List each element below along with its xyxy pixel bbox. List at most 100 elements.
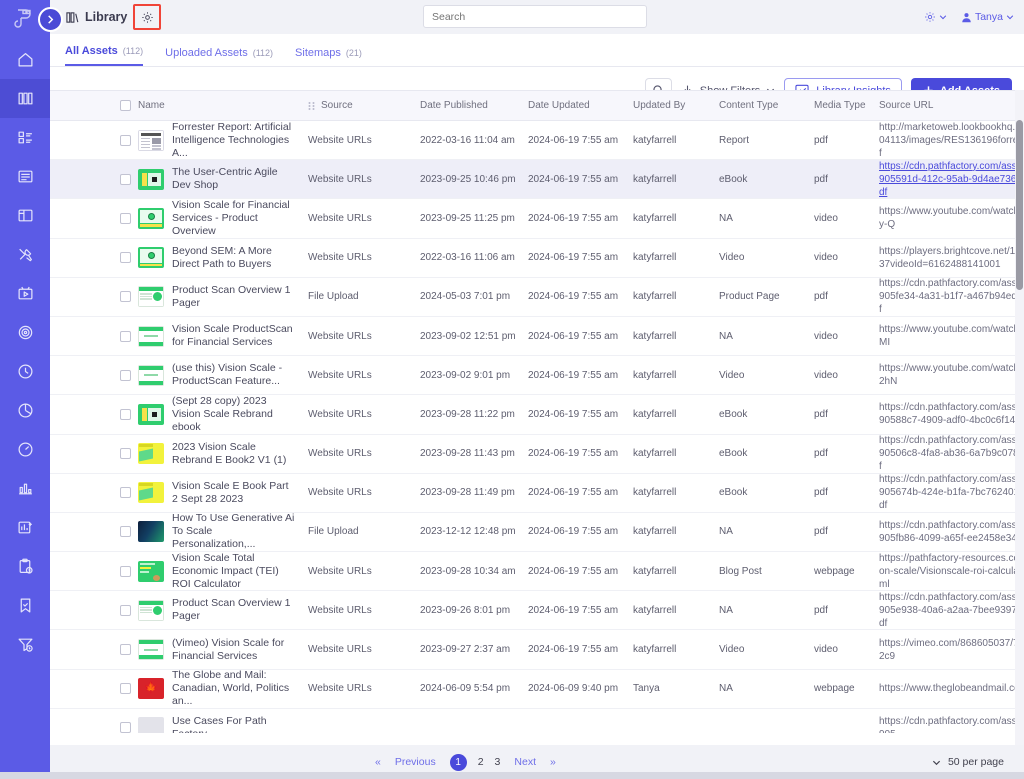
table-row[interactable]: Vision Scale ProductScan for Financial S… xyxy=(50,317,1024,356)
sidebar-item-target[interactable] xyxy=(0,313,50,352)
sidebar-item-report-chart[interactable] xyxy=(0,508,50,547)
table-row[interactable]: Product Scan Overview 1 PagerWebsite URL… xyxy=(50,591,1024,630)
table-row[interactable]: 2023 Vision Scale Rebrand E Book2 V1 (1)… xyxy=(50,435,1024,474)
asset-name-cell[interactable]: 🍁The Globe and Mail: Canadian, World, Po… xyxy=(138,669,298,708)
page-title-label: Library xyxy=(85,10,127,24)
next-page-button[interactable]: Next xyxy=(514,756,536,768)
table-row[interactable]: (Vimeo) Vision Scale for Financial Servi… xyxy=(50,630,1024,669)
vertical-scrollbar-thumb[interactable] xyxy=(1016,120,1023,290)
sidebar-expand-button[interactable] xyxy=(38,7,63,32)
row-checkbox[interactable] xyxy=(120,135,131,146)
tab-sitemaps[interactable]: Sitemaps(21) xyxy=(295,47,362,66)
table-row[interactable]: Vision Scale E Book Part 2 Sept 28 2023W… xyxy=(50,474,1024,513)
asset-name-cell[interactable]: Beyond SEM: A More Direct Path to Buyers xyxy=(138,245,298,271)
tab-uploaded-assets[interactable]: Uploaded Assets (112) xyxy=(165,47,273,66)
library-settings-button[interactable] xyxy=(133,4,161,30)
row-checkbox[interactable] xyxy=(120,526,131,537)
tab-label: Uploaded Assets xyxy=(165,47,248,59)
table-row[interactable]: The User-Centric Agile Dev ShopWebsite U… xyxy=(50,160,1024,199)
sidebar-item-home[interactable] xyxy=(0,40,50,79)
source-url-cell: https://cdn.pathfactory.com/assets/10905… xyxy=(879,277,1024,316)
row-checkbox[interactable] xyxy=(120,174,131,185)
row-checkbox[interactable] xyxy=(120,252,131,263)
date-published-cell: 2023-09-28 10:34 am xyxy=(420,565,525,578)
updated-by-cell: katyfarrell xyxy=(633,643,718,656)
sidebar-item-bookmark[interactable] xyxy=(0,586,50,625)
per-page-selector[interactable]: 50 per page xyxy=(932,756,1004,768)
sidebar-item-dashboard-grid[interactable] xyxy=(0,118,50,157)
asset-name-cell[interactable]: Product Scan Overview 1 Pager xyxy=(138,284,298,310)
sidebar-item-library[interactable] xyxy=(0,79,50,118)
row-checkbox[interactable] xyxy=(120,331,131,342)
asset-name-cell[interactable]: Product Scan Overview 1 Pager xyxy=(138,597,298,623)
sidebar-item-clock-circle[interactable] xyxy=(0,352,50,391)
page-number-1[interactable]: 1 xyxy=(450,754,467,771)
row-checkbox[interactable] xyxy=(120,487,131,498)
column-header-name[interactable]: Name xyxy=(138,100,165,111)
asset-name-cell[interactable]: Vision Scale Total Economic Impact (TEI)… xyxy=(138,552,298,591)
table-row[interactable]: Use Cases For Path Factoryhttps://cdn.pa… xyxy=(50,709,1024,733)
table-row[interactable]: 🍁The Globe and Mail: Canadian, World, Po… xyxy=(50,670,1024,709)
column-header-date-published[interactable]: Date Published xyxy=(420,100,488,111)
previous-page-button[interactable]: Previous xyxy=(395,756,436,768)
table-row[interactable]: Vision Scale Total Economic Impact (TEI)… xyxy=(50,552,1024,591)
asset-name-cell[interactable]: Vision Scale ProductScan for Financial S… xyxy=(138,323,298,349)
sidebar-item-form[interactable] xyxy=(0,157,50,196)
funnel-icon xyxy=(17,636,34,653)
row-checkbox[interactable] xyxy=(120,370,131,381)
sidebar-item-bar-chart[interactable] xyxy=(0,469,50,508)
table-row[interactable]: How To Use Generative Ai To Scale Person… xyxy=(50,513,1024,552)
asset-name-cell[interactable]: (Vimeo) Vision Scale for Financial Servi… xyxy=(138,637,298,663)
column-header-date-updated[interactable]: Date Updated xyxy=(528,100,590,111)
sidebar-item-funnel[interactable] xyxy=(0,625,50,664)
table-row[interactable]: Forrester Report: Artificial Intelligenc… xyxy=(50,121,1024,160)
table-body: Forrester Report: Artificial Intelligenc… xyxy=(50,121,1024,733)
column-header-content-type[interactable]: Content Type xyxy=(719,100,778,111)
sidebar-item-clipboard-clock[interactable] xyxy=(0,547,50,586)
select-all-checkbox[interactable] xyxy=(120,100,131,111)
row-checkbox[interactable] xyxy=(120,213,131,224)
sidebar-item-video-player[interactable] xyxy=(0,274,50,313)
table-row[interactable]: (Sept 28 copy) 2023 Vision Scale Rebrand… xyxy=(50,395,1024,434)
asset-name-cell[interactable]: How To Use Generative Ai To Scale Person… xyxy=(138,512,298,551)
asset-name-cell[interactable]: 2023 Vision Scale Rebrand E Book2 V1 (1) xyxy=(138,441,298,467)
table-row[interactable]: Vision Scale for Financial Services - Pr… xyxy=(50,199,1024,238)
sidebar-item-pie-chart[interactable] xyxy=(0,391,50,430)
asset-name-cell[interactable]: Forrester Report: Artificial Intelligenc… xyxy=(138,121,298,160)
column-header-source[interactable]: Source xyxy=(308,100,353,111)
asset-name-cell[interactable]: (Sept 28 copy) 2023 Vision Scale Rebrand… xyxy=(138,395,298,434)
vertical-scrollbar[interactable] xyxy=(1015,90,1024,755)
row-checkbox[interactable] xyxy=(120,722,131,733)
source-url-cell[interactable]: https://cdn.pathfactory.com/assets/10905… xyxy=(879,160,1024,199)
last-page-button[interactable]: » xyxy=(550,756,556,768)
row-checkbox[interactable] xyxy=(120,605,131,616)
row-checkbox[interactable] xyxy=(120,409,131,420)
table-row[interactable]: Product Scan Overview 1 PagerFile Upload… xyxy=(50,278,1024,317)
page-number-3[interactable]: 3 xyxy=(495,756,501,768)
user-menu[interactable]: Tanya xyxy=(961,11,1014,23)
sidebar-item-layout-panel[interactable] xyxy=(0,196,50,235)
sidebar-item-gauge[interactable] xyxy=(0,430,50,469)
asset-name-cell[interactable]: Use Cases For Path Factory xyxy=(138,715,298,733)
first-page-button[interactable]: « xyxy=(375,756,381,768)
asset-name-cell[interactable]: Vision Scale for Financial Services - Pr… xyxy=(138,199,298,238)
column-header-updated-by[interactable]: Updated By xyxy=(633,100,685,111)
asset-name-cell[interactable]: Vision Scale E Book Part 2 Sept 28 2023 xyxy=(138,480,298,506)
asset-name-cell[interactable]: (use this) Vision Scale - ProductScan Fe… xyxy=(138,362,298,388)
row-checkbox[interactable] xyxy=(120,683,131,694)
page-number-2[interactable]: 2 xyxy=(478,756,484,768)
row-checkbox[interactable] xyxy=(120,448,131,459)
sidebar-item-tools[interactable] xyxy=(0,235,50,274)
row-checkbox[interactable] xyxy=(120,566,131,577)
table-row[interactable]: (use this) Vision Scale - ProductScan Fe… xyxy=(50,356,1024,395)
table-row[interactable]: Beyond SEM: A More Direct Path to Buyers… xyxy=(50,239,1024,278)
column-header-media-type[interactable]: Media Type xyxy=(814,100,866,111)
search-input[interactable] xyxy=(423,5,647,28)
row-checkbox[interactable] xyxy=(120,291,131,302)
tab-count: (112) xyxy=(253,48,273,58)
column-header-source-url[interactable]: Source URL xyxy=(879,100,933,111)
asset-name-cell[interactable]: The User-Centric Agile Dev Shop xyxy=(138,166,298,192)
admin-settings-menu[interactable] xyxy=(924,11,947,23)
tab-all-assets[interactable]: All Assets(112) xyxy=(65,45,143,66)
row-checkbox[interactable] xyxy=(120,644,131,655)
